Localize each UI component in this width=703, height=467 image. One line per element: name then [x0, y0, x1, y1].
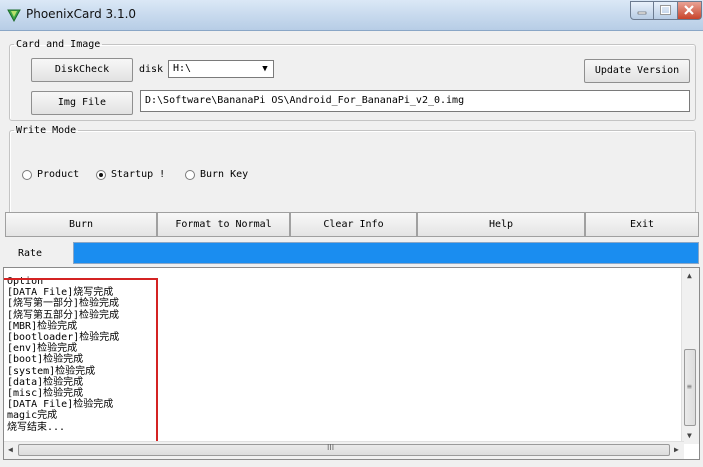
horizontal-scroll-thumb[interactable]: III [18, 443, 670, 456]
main-panel: Card and Image DiskCheck disk H:\ ▼ Upda… [0, 31, 703, 467]
chevron-down-icon[interactable]: ▼ [258, 62, 272, 76]
burn-button[interactable]: Burn [5, 212, 157, 237]
img-file-button[interactable]: Img File [31, 91, 133, 115]
close-icon [684, 5, 694, 15]
write-mode-legend: Write Mode [16, 125, 77, 136]
grip-icon: ≡ [687, 382, 692, 391]
log-highlight-box [4, 278, 158, 455]
log-panel[interactable]: Option [DATA File]烧写完成 [烧写第一部分]检验完成 [烧写第五部分… [3, 267, 700, 460]
radio-label: Startup ! [111, 169, 166, 180]
vertical-scroll-thumb[interactable]: ≡ [684, 349, 696, 426]
rate-progress-bar [73, 242, 699, 264]
vertical-scrollbar[interactable]: ▲ ≡ ▼ [681, 268, 699, 444]
radio-button[interactable] [96, 170, 106, 180]
format-to-normal-button[interactable]: Format to Normal [157, 212, 290, 237]
title-bar: PhoenixCard 3.1.0 [0, 0, 703, 31]
disk-select-value: H:\ [173, 63, 192, 74]
scroll-up-icon[interactable]: ▲ [687, 271, 692, 280]
rate-label: Rate [18, 248, 43, 259]
maximize-button[interactable] [654, 1, 678, 20]
radio-button[interactable] [185, 170, 195, 180]
minimize-icon [637, 11, 647, 15]
img-path-field[interactable]: D:\Software\BananaPi OS\Android_For_Bana… [140, 90, 690, 112]
close-button[interactable] [678, 1, 702, 20]
scroll-grip-label: III [327, 443, 335, 452]
disk-label: disk [139, 64, 164, 75]
rate-progress-fill [74, 243, 698, 263]
radio-label: Product [37, 169, 80, 180]
clear-info-button[interactable]: Clear Info [290, 212, 417, 237]
radio-label: Burn Key [200, 169, 249, 180]
minimize-button[interactable] [630, 1, 654, 20]
window-title: PhoenixCard 3.1.0 [26, 7, 137, 21]
scroll-down-icon[interactable]: ▼ [687, 431, 692, 440]
horizontal-scrollbar[interactable]: ◀ III ▶ [4, 441, 684, 459]
scroll-left-icon[interactable]: ◀ [8, 445, 13, 454]
update-version-button[interactable]: Update Version [584, 59, 690, 83]
disk-select[interactable]: H:\ ▼ [168, 60, 274, 78]
exit-button[interactable]: Exit [585, 212, 699, 237]
scroll-right-icon[interactable]: ▶ [674, 445, 679, 454]
maximize-icon [660, 5, 671, 15]
help-button[interactable]: Help [417, 212, 585, 237]
radio-button[interactable] [22, 170, 32, 180]
card-group-legend: Card and Image [16, 39, 101, 50]
phoenix-card-icon [7, 9, 21, 23]
diskcheck-button[interactable]: DiskCheck [31, 58, 133, 82]
